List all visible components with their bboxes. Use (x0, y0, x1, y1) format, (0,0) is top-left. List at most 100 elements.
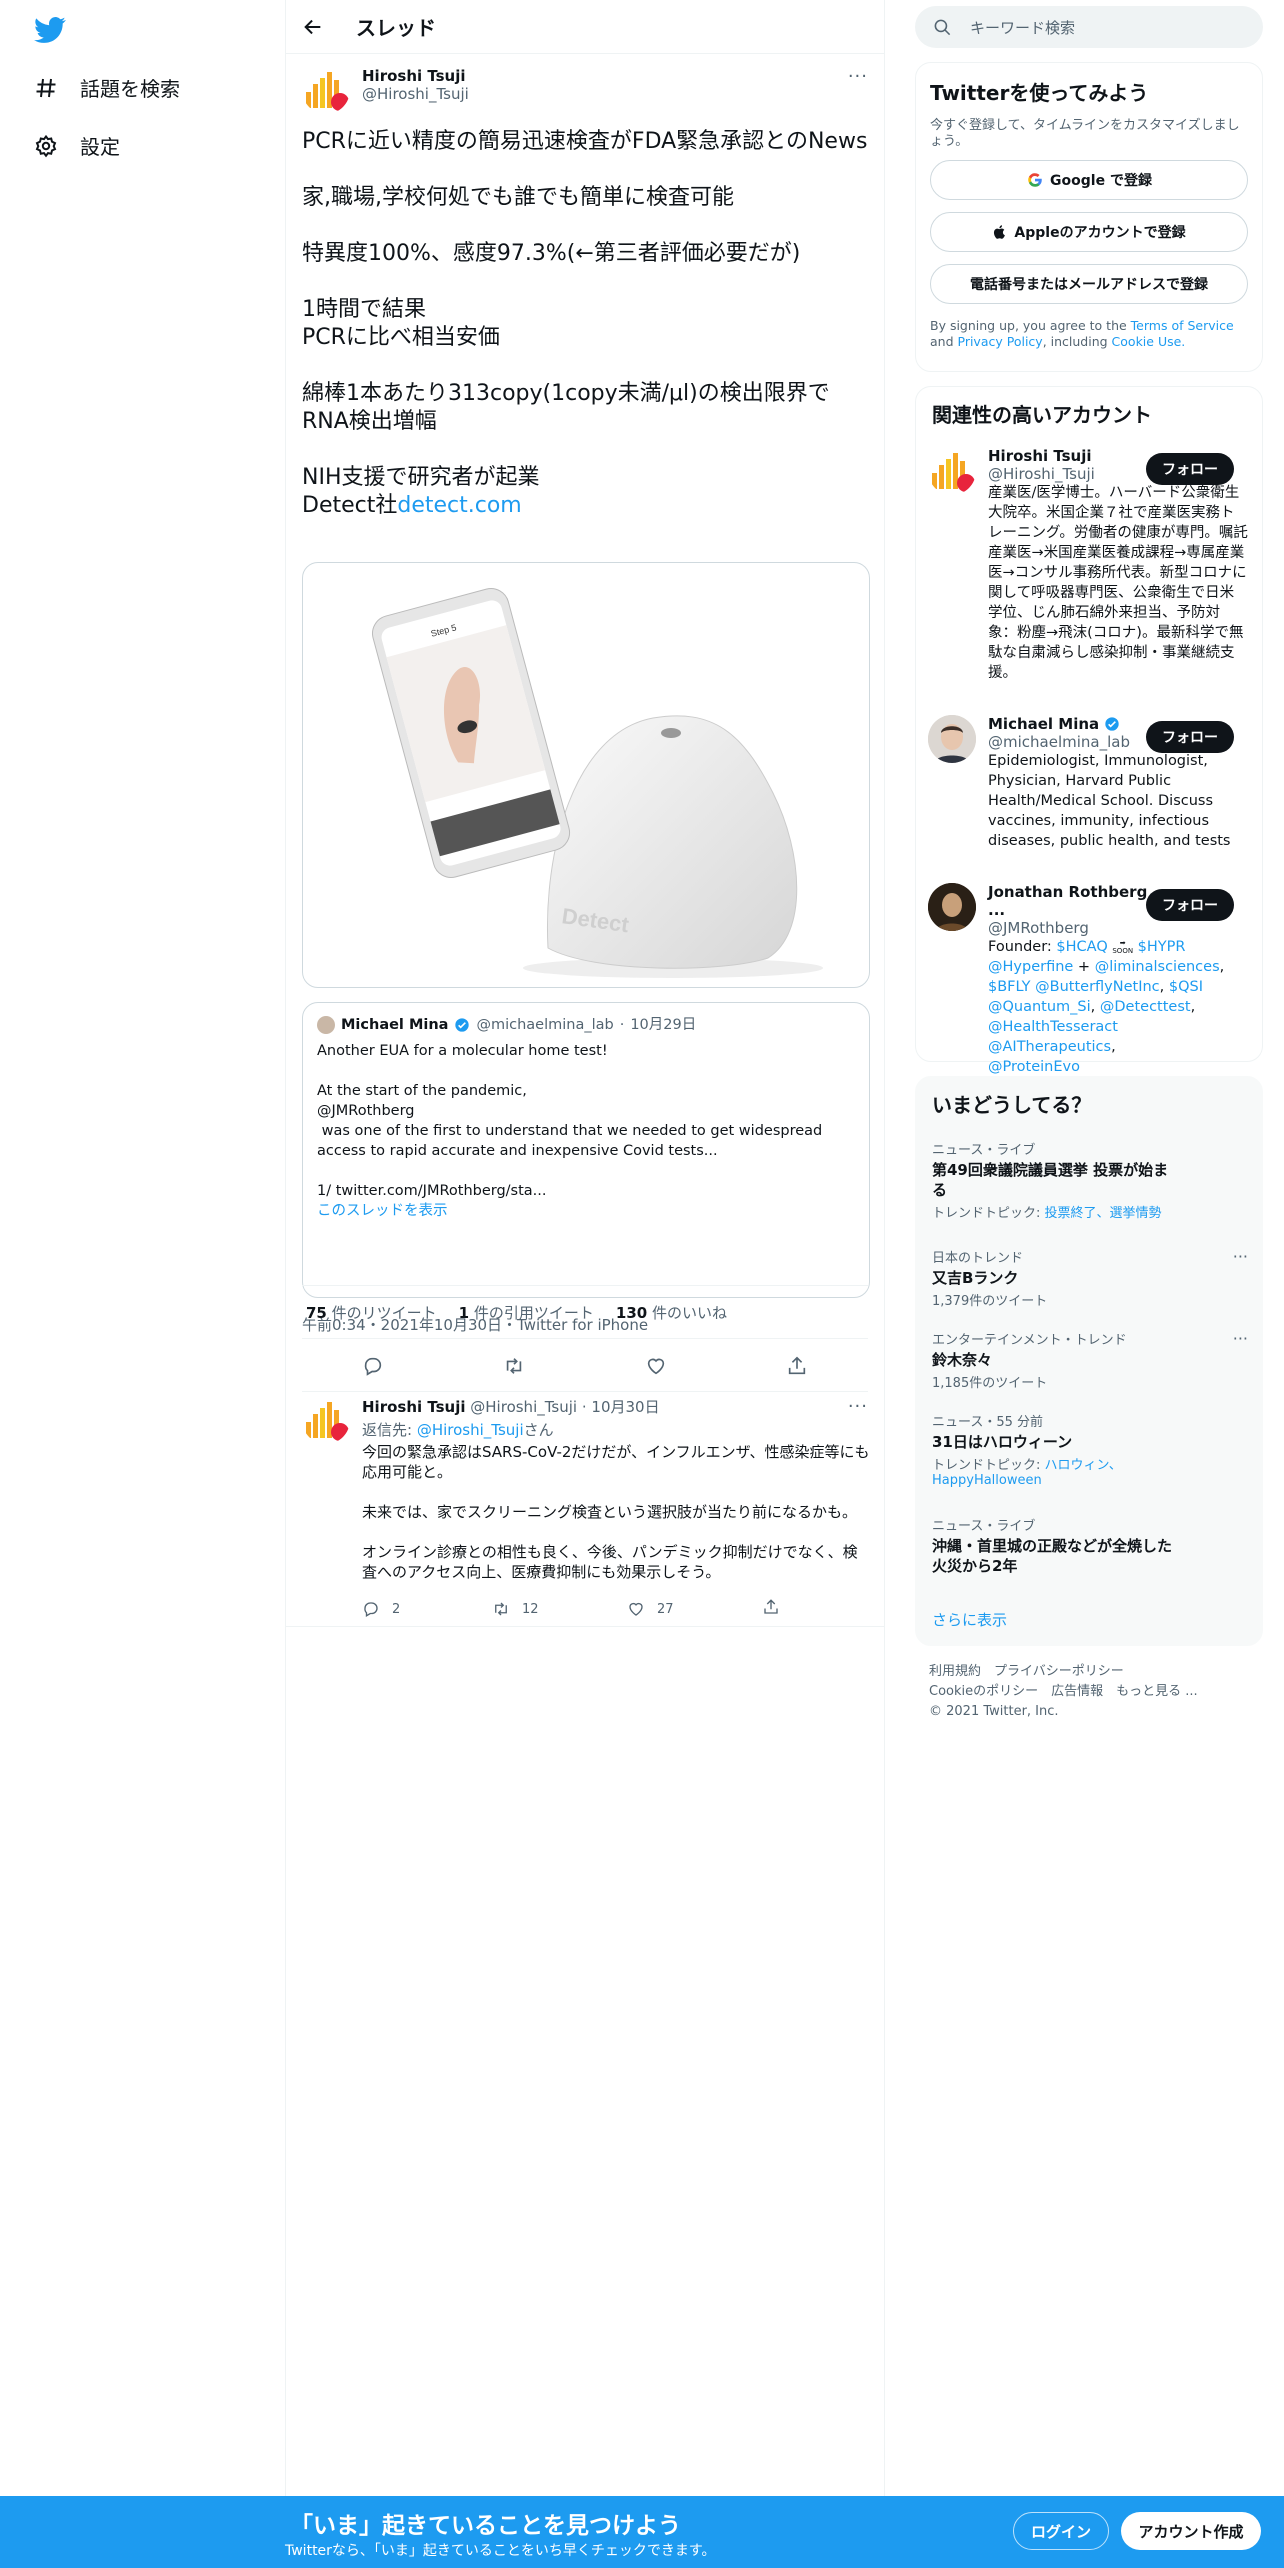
reply-share-button[interactable] (762, 1598, 780, 1620)
trend-tweet-count: 1,379件のツイート (932, 1294, 1048, 1309)
retweet-icon[interactable] (503, 1355, 525, 1377)
trend-title: 沖縄・首里城の正殿などが全焼した火災から2年 (932, 1537, 1173, 1575)
bio-link[interactable]: @HealthTesseract (988, 1019, 1118, 1035)
replying-to-link[interactable]: @Hiroshi_Tsuji (417, 1421, 524, 1439)
retweet-icon (495, 1602, 507, 1616)
privacy-link[interactable]: Privacy Policy (958, 334, 1043, 349)
bio-link[interactable]: @ButterflyNetInc (1035, 979, 1160, 995)
more-options-icon[interactable]: ··· (848, 66, 868, 87)
cookie-link[interactable]: Cookie Use. (1112, 334, 1186, 349)
sidebar-item-explore[interactable]: 話題を検索 (34, 73, 180, 102)
related-account[interactable]: Jonathan Rothberg ... @JMRothberg フォロー F… (928, 883, 1248, 1077)
search-input[interactable]: キーワード検索 (970, 17, 1075, 38)
quote-count[interactable]: 1 件の引用ツイート (459, 1302, 594, 1323)
bio-link[interactable]: @AITherapeutics (988, 1039, 1111, 1055)
related-account[interactable]: Michael Mina @michaelmina_lab フォロー Epide… (928, 715, 1248, 851)
tweet-text: PCRに近い精度の簡易迅速検査がFDA緊急承認とのNews 家,職場,学校何処で… (302, 128, 870, 520)
bottom-bar-subtitle: Twitterなら、「いま」起きていることをいち早くチェックできます。 (285, 2543, 716, 2559)
tweet-image[interactable]: Detect Step 5 (302, 562, 870, 988)
twitter-logo-icon[interactable] (34, 14, 66, 46)
google-signup-button[interactable]: Google で登録 (930, 160, 1248, 200)
trend-item[interactable]: ニュース・ライブ 沖縄・首里城の正殿などが全焼した火災から2年 (932, 1515, 1248, 1576)
avatar (928, 883, 976, 931)
quoted-author-name: Michael Mina (341, 1017, 449, 1033)
avatar[interactable] (302, 1396, 350, 1444)
footer-links[interactable]: 利用規約 プライバシーポリシー Cookieのポリシー 広告情報 もっと見る .… (929, 1662, 1198, 1722)
account-name: Jonathan Rothberg ... (988, 883, 1148, 919)
retweet-count[interactable]: 75 件のリツイート (306, 1302, 437, 1323)
avatar-chart-icon (306, 1402, 349, 1441)
trend-category: 日本のトレンド (932, 1251, 1024, 1266)
tweet-stats: 75 件のリツイート 1 件の引用ツイート 130 件のいいね (302, 1285, 868, 1339)
phone-email-signup-button[interactable]: 電話番号またはメールアドレスで登録 (930, 264, 1248, 304)
follow-button[interactable]: フォロー (1146, 721, 1234, 753)
trend-item[interactable]: ニュース・55 分前 31日はハロウィーン トレンドトピック: ハロウィン、Ha… (932, 1411, 1248, 1488)
trend-category: エンターテインメント・トレンド (932, 1333, 1127, 1348)
terms-link[interactable]: Terms of Service (1131, 318, 1234, 333)
sidebar-item-label: 話題を検索 (80, 77, 180, 101)
replying-to-suffix: さん (523, 1421, 554, 1439)
account-handle: @michaelmina_lab (988, 733, 1130, 751)
avatar (928, 715, 976, 763)
share-icon[interactable] (786, 1355, 808, 1377)
reply-actions: 2 12 27 (362, 1598, 870, 1620)
trend-item[interactable]: ニュース・ライブ 第49回衆議院議員選挙 投票が始まる トレンドトピック: 投票… (932, 1139, 1248, 1221)
reply-author-handle[interactable]: @Hiroshi_Tsuji (470, 1398, 577, 1416)
account-name: Michael Mina (988, 715, 1100, 733)
reply-text: 今回の緊急承認はSARS-CoV-2だけだが、インフルエンザ、性感染症等にも応用… (362, 1443, 870, 1581)
more-options-icon[interactable]: ··· (1233, 1329, 1248, 1348)
like-count[interactable]: 130 件のいいね (616, 1302, 727, 1323)
apple-signup-button[interactable]: Appleのアカウントで登録 (930, 212, 1248, 252)
reply-tweet[interactable]: Hiroshi Tsuji @Hiroshi_Tsuji · 10月30日 返信… (302, 1396, 870, 1626)
bio-link[interactable]: @Hyperfine (988, 959, 1073, 975)
reply-like-button[interactable]: 27 (627, 1598, 762, 1620)
tweet-actions (302, 1340, 868, 1392)
trend-item[interactable]: エンターテインメント・トレンド 鈴木奈々 1,185件のツイート ··· (932, 1329, 1248, 1391)
bio-link[interactable]: @liminalsciences (1095, 959, 1220, 975)
divider (286, 1626, 884, 1627)
show-more-link[interactable]: さらに表示 (932, 1609, 1007, 1630)
trend-item[interactable]: 日本のトレンド 又吉Bランク 1,379件のツイート ··· (932, 1247, 1248, 1309)
bio-link[interactable]: $HCAQ (1056, 939, 1107, 955)
related-account[interactable]: Hiroshi Tsuji @Hiroshi_Tsuji フォロー 産業医/医学… (928, 447, 1248, 683)
quoted-tweet[interactable]: Michael Mina @michaelmina_lab · 10月29日 A… (302, 1002, 870, 1298)
bio-link[interactable]: $BFLY (988, 979, 1031, 995)
sidebar-item-settings[interactable]: 設定 (34, 131, 120, 160)
avatar[interactable] (302, 66, 350, 114)
trend-title: 31日はハロウィーン (932, 1433, 1073, 1451)
reply-icon[interactable] (362, 1355, 384, 1377)
soon-arrow-icon: ➡ SOON (1112, 939, 1134, 955)
author-name[interactable]: Hiroshi Tsuji (362, 67, 469, 85)
tweet-link[interactable]: detect.com (397, 493, 521, 518)
more-options-icon[interactable]: ··· (848, 1396, 868, 1417)
back-arrow-icon[interactable] (302, 16, 324, 38)
bio-link[interactable]: $HYPR (1138, 939, 1186, 955)
quoted-text: Another EUA for a molecular home test! A… (317, 1043, 823, 1199)
reply-date[interactable]: 10月30日 (591, 1398, 659, 1416)
login-button[interactable]: ログイン (1013, 2512, 1109, 2550)
gear-icon (35, 134, 57, 157)
signup-button[interactable]: アカウント作成 (1121, 2512, 1261, 2550)
like-icon[interactable] (645, 1355, 667, 1377)
author-handle[interactable]: @Hiroshi_Tsuji (362, 85, 469, 103)
follow-button[interactable]: フォロー (1146, 889, 1234, 921)
follow-button[interactable]: フォロー (1146, 453, 1234, 485)
show-thread-link[interactable]: このスレッドを表示 (317, 1201, 855, 1221)
bio-link[interactable]: @Quantum_Si (988, 999, 1091, 1015)
reply-author-name[interactable]: Hiroshi Tsuji (362, 1398, 466, 1416)
reply-retweet-button[interactable]: 12 (492, 1598, 627, 1620)
bio-link[interactable]: @Detecttest (1100, 999, 1191, 1015)
account-bio: Founder: $HCAQ ➡ SOON $HYPR @Hyperfine + … (988, 939, 1225, 1075)
bio-link[interactable]: $QSI (1169, 979, 1203, 995)
trend-topic-link[interactable]: 投票終了、選挙情勢 (1045, 1206, 1162, 1221)
signup-title: Twitterを使ってみよう (930, 81, 1149, 105)
detect-device-image: Detect Step 5 (372, 588, 823, 978)
quoted-avatar (317, 1016, 335, 1034)
search-bar[interactable]: キーワード検索 (915, 6, 1263, 48)
main-tweet: Hiroshi Tsuji @Hiroshi_Tsuji ··· PCRに近い精… (302, 66, 870, 1386)
reply-reply-button[interactable]: 2 (362, 1598, 492, 1620)
trend-category: ニュース・55 分前 (932, 1415, 1044, 1430)
account-name: Hiroshi Tsuji (988, 447, 1092, 465)
bio-link[interactable]: @ProteinEvo (988, 1059, 1080, 1075)
more-options-icon[interactable]: ··· (1233, 1247, 1248, 1266)
